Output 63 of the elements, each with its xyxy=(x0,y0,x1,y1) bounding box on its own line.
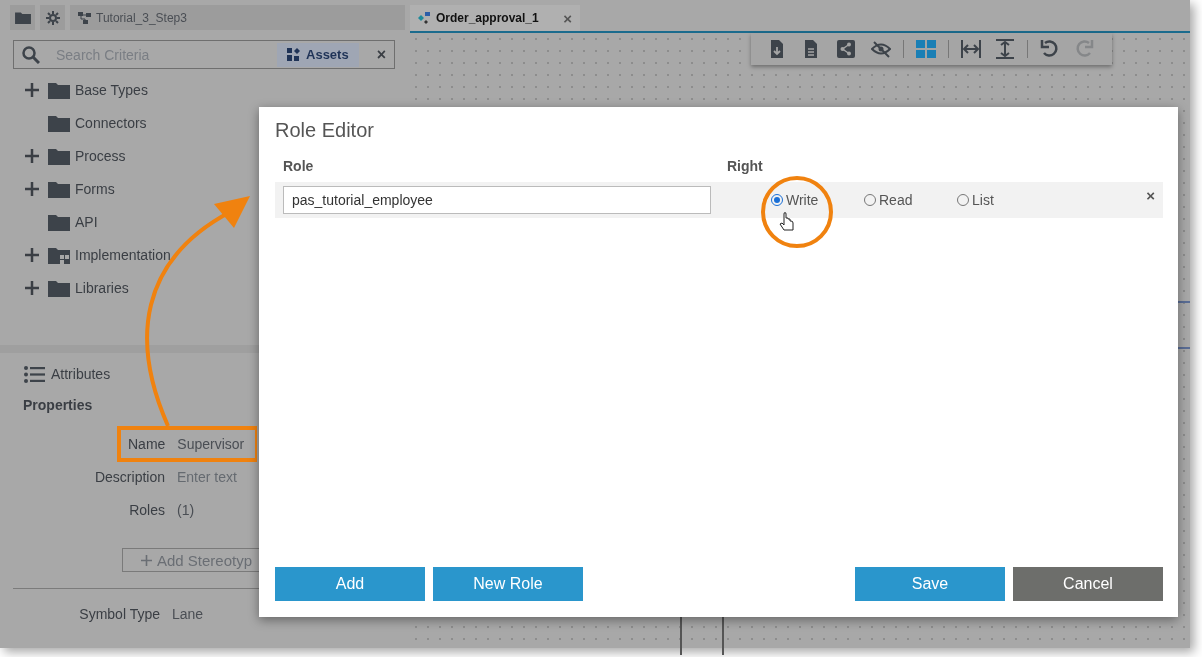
dialog-button[interactable]: New Role xyxy=(433,567,583,601)
delete-row-button[interactable]: × xyxy=(1146,186,1155,204)
list-icon xyxy=(24,365,45,383)
hidden-eye-icon[interactable] xyxy=(871,39,891,59)
column-header: Right xyxy=(727,158,764,174)
folder-icon xyxy=(48,113,70,132)
tree-item[interactable]: Forms xyxy=(75,180,115,197)
project-tab[interactable]: Tutorial_3_Step3 xyxy=(70,5,405,30)
shapes-icon xyxy=(287,48,300,61)
process-icon xyxy=(418,12,431,24)
tree-item[interactable]: Implementation xyxy=(75,246,171,263)
horizontal-fit-icon[interactable] xyxy=(961,39,981,59)
tree-item[interactable]: Connectors xyxy=(75,114,147,131)
dialog-title: Role Editor xyxy=(275,119,375,142)
right-radio[interactable]: List xyxy=(957,192,1050,208)
expand-icon[interactable] xyxy=(25,148,39,163)
field-value: Supervisor xyxy=(177,435,245,452)
folder-icon xyxy=(48,179,70,198)
expand-icon[interactable] xyxy=(25,247,39,262)
folder-grid-icon xyxy=(48,245,70,264)
column-header: Role xyxy=(283,158,315,174)
settings-button[interactable] xyxy=(40,5,65,30)
expand-icon[interactable] xyxy=(25,280,39,295)
folder-icon xyxy=(14,11,31,24)
tree-item[interactable]: Libraries xyxy=(75,279,129,296)
expand-icon[interactable] xyxy=(25,181,39,196)
input-field[interactable]: Enter text xyxy=(177,468,247,485)
field-label: Roles xyxy=(129,501,165,518)
undo-icon[interactable] xyxy=(1040,39,1060,59)
hierarchy-icon xyxy=(78,11,91,24)
tree-item[interactable]: API xyxy=(75,213,98,230)
dialog-button[interactable]: Add xyxy=(275,567,425,601)
field-value: (1) xyxy=(177,501,195,518)
highlight-circle xyxy=(761,176,833,248)
dialog-button[interactable]: Cancel xyxy=(1013,567,1163,601)
folder-button[interactable] xyxy=(10,5,35,30)
right-radio[interactable]: Write xyxy=(771,192,864,208)
search-icon xyxy=(22,45,40,64)
folder-icon xyxy=(48,80,70,99)
hand-cursor-icon xyxy=(779,212,794,231)
role-input-field[interactable]: pas_tutorial_employee xyxy=(283,186,711,214)
field-label: Description xyxy=(94,468,165,485)
vertical-fit-icon[interactable] xyxy=(995,39,1015,59)
attributes-heading: Attributes xyxy=(51,366,111,382)
field-value: Lane xyxy=(172,606,204,622)
editor-tab[interactable]: Order_approval_1 × xyxy=(410,5,580,31)
assets-filter-button[interactable]: Assets xyxy=(277,42,359,67)
tree-item[interactable]: Process xyxy=(75,147,126,164)
field-label: Symbol Type xyxy=(79,606,160,622)
clear-search-button[interactable]: × xyxy=(376,45,386,64)
plus-icon xyxy=(141,554,152,566)
folder-icon xyxy=(48,212,70,231)
folder-icon xyxy=(48,278,70,297)
folder-icon xyxy=(48,146,70,165)
share-icon[interactable] xyxy=(837,39,857,59)
settings-icon xyxy=(44,9,61,26)
field-label: Name xyxy=(128,435,166,452)
tree-item[interactable]: Base Types xyxy=(75,81,148,98)
properties-heading: Properties xyxy=(22,396,94,413)
dialog-button[interactable]: Save xyxy=(855,567,1005,601)
right-radio[interactable]: Read xyxy=(864,192,957,208)
expand-icon[interactable] xyxy=(25,82,39,97)
close-tab-button[interactable]: × xyxy=(563,9,572,27)
